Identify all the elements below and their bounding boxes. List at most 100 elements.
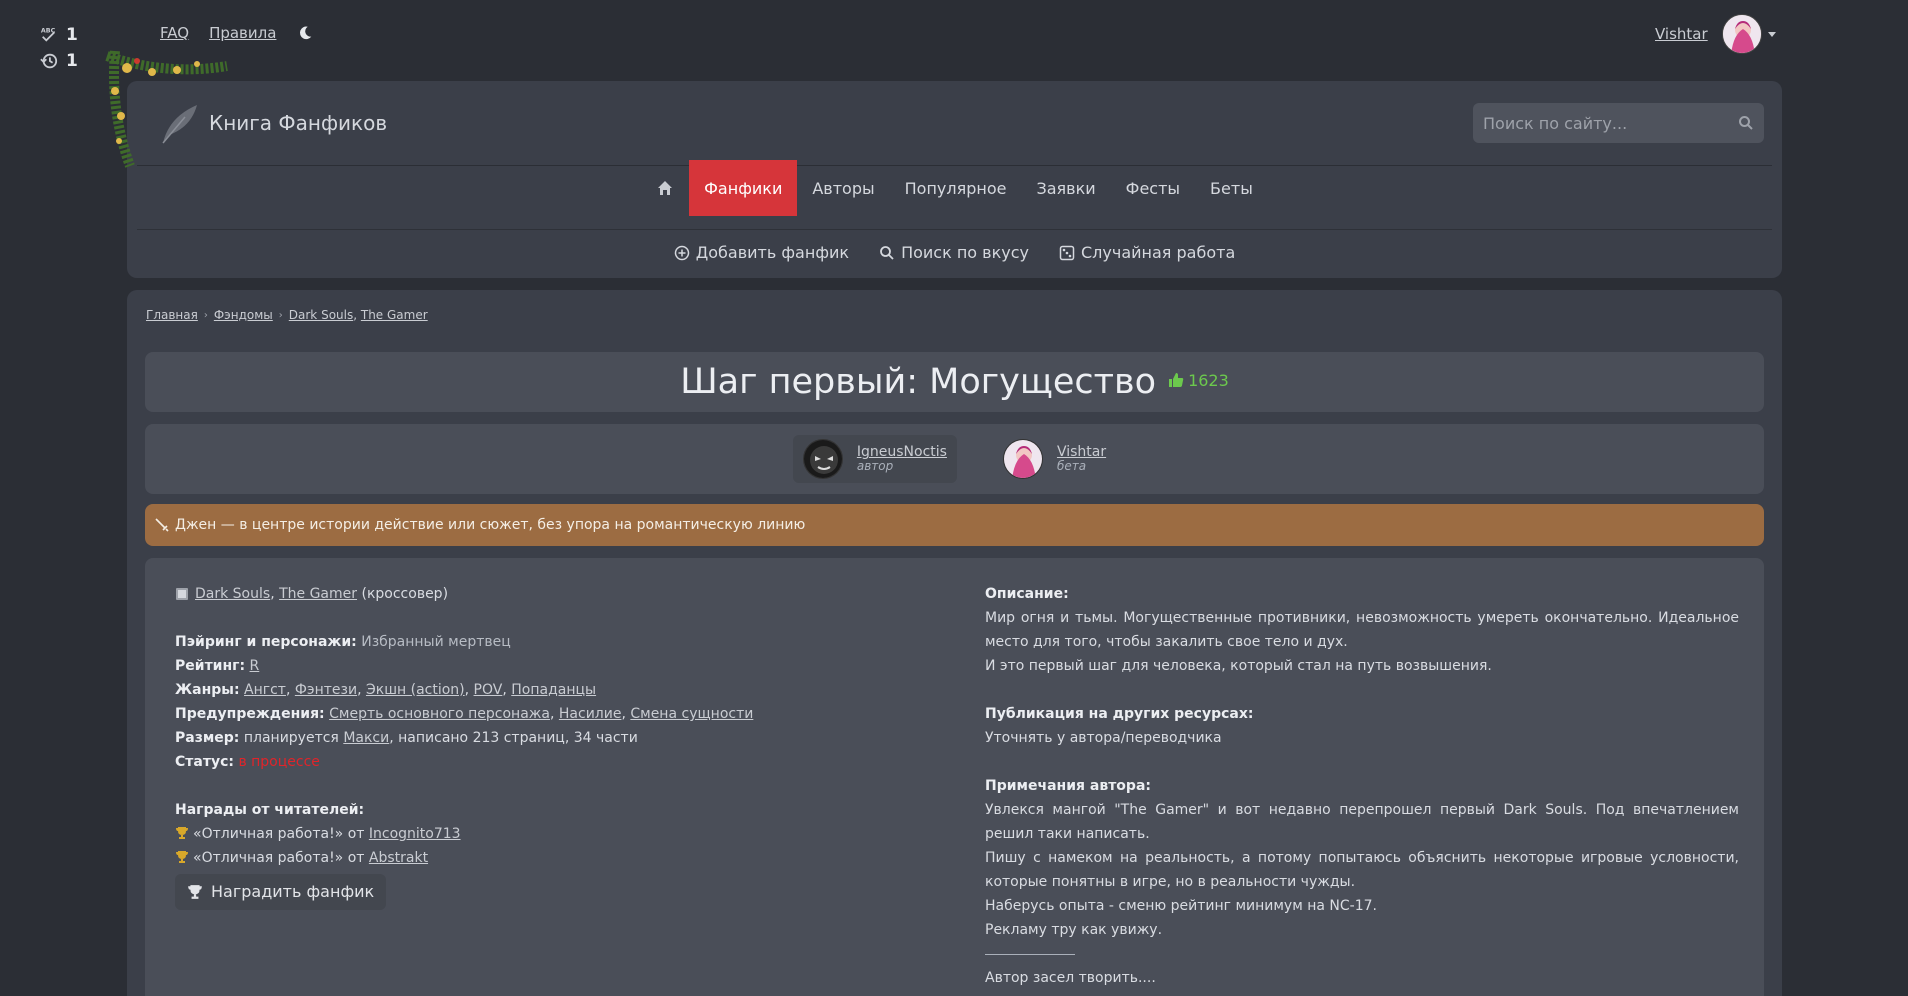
site-logo[interactable]: Книга Фанфиков (155, 99, 387, 147)
random-work-link[interactable]: Случайная работа (1059, 243, 1235, 262)
genre-link[interactable]: Фэнтези (295, 682, 357, 698)
pairing-value: Избранный мертвец (361, 634, 511, 650)
search-box[interactable] (1473, 103, 1764, 143)
size-suffix: , написано 213 страниц, 34 части (389, 730, 638, 746)
author-avatar[interactable] (802, 439, 843, 479)
taste-search-label: Поиск по вкусу (901, 243, 1029, 262)
status-label: Статус: (175, 754, 234, 770)
nav-popular[interactable]: Популярное (890, 160, 1022, 216)
nav-fests[interactable]: Фесты (1111, 160, 1195, 216)
nav-requests[interactable]: Заявки (1021, 160, 1110, 216)
beta-card: Vishtar бета (993, 435, 1116, 483)
main-nav: Фанфики Авторы Популярное Заявки Фесты Б… (127, 160, 1782, 216)
awards-label: Награды от читателей: (175, 802, 365, 818)
breadcrumb: Главная › Фэндомы › Dark Souls, The Game… (146, 308, 428, 322)
warning-link[interactable]: Смена сущности (630, 706, 753, 722)
fandom-link[interactable]: The Gamer (279, 586, 357, 602)
genre-link[interactable]: Попаданцы (511, 682, 596, 698)
beta-link[interactable]: Vishtar (1057, 445, 1106, 460)
beta-avatar[interactable] (1002, 439, 1043, 479)
award-text: «Отличная работа!» от (193, 826, 365, 842)
authors-block: IgneusNoctis автор Vishtar бета (145, 424, 1764, 494)
moon-icon[interactable] (296, 24, 314, 42)
username-link[interactable]: Vishtar (1655, 25, 1708, 43)
taste-search-link[interactable]: Поиск по вкусу (879, 243, 1029, 262)
award-text: «Отличная работа!» от (193, 850, 365, 866)
direction-text: Джен — в центре истории действие или сюж… (175, 517, 806, 533)
nav-home[interactable] (641, 160, 689, 216)
pairing-label: Пэйринг и персонажи: (175, 634, 357, 650)
trophy-icon (176, 827, 188, 839)
award-user-link[interactable]: Abstrakt (369, 850, 428, 866)
nav-fanfics[interactable]: Фанфики (689, 160, 798, 216)
size-label: Размер: (175, 730, 240, 746)
warning-link[interactable]: Смерть основного персонажа (329, 706, 550, 722)
spellcheck-counter[interactable]: ABC 1 (40, 22, 85, 48)
spellcheck-count: 1 (66, 25, 78, 45)
breadcrumb-fandom-darksouls[interactable]: Dark Souls (289, 308, 353, 322)
divider (985, 954, 1075, 955)
nav-authors[interactable]: Авторы (797, 160, 889, 216)
chevron-down-icon[interactable] (1767, 31, 1776, 37)
direction-banner[interactable]: Джен — в центре истории действие или сюж… (145, 504, 1764, 546)
likes-count: 1623 (1188, 370, 1229, 390)
status-badge: в процессе (238, 754, 320, 770)
description-text: Мир огня и тьмы. Могущественные противни… (985, 610, 1739, 650)
feather-icon (162, 105, 197, 144)
publication-label: Публикация на других ресурсах: (985, 706, 1254, 722)
breadcrumb-home[interactable]: Главная (146, 308, 198, 322)
title-block: Шаг первый: Могущество 1623 (145, 352, 1764, 412)
award-button-label: Наградить фанфик (211, 882, 375, 901)
search-input[interactable] (1483, 113, 1738, 133)
history-count: 1 (66, 51, 78, 71)
award-item: «Отличная работа!» от Abstrakt (175, 846, 935, 870)
award-fanfic-button[interactable]: Наградить фанфик (175, 874, 387, 910)
award-item: «Отличная работа!» от Incognito713 (175, 822, 935, 846)
search-icon (880, 245, 894, 260)
search-icon[interactable] (1738, 115, 1754, 131)
author-role: автор (856, 459, 894, 474)
random-work-label: Случайная работа (1081, 243, 1236, 262)
beta-role: бета (1056, 459, 1087, 474)
breadcrumb-fandoms[interactable]: Фэндомы (214, 308, 273, 322)
genre-link[interactable]: POV (474, 682, 503, 698)
author-link[interactable]: IgneusNoctis (857, 445, 947, 460)
fandom-link[interactable]: Dark Souls (195, 586, 270, 602)
add-fanfic-link[interactable]: Добавить фанфик (674, 243, 849, 262)
faq-link[interactable]: FAQ (160, 24, 189, 42)
genres-label: Жанры: (175, 682, 240, 698)
site-header: Книга Фанфиков Фанфики Авторы Популярное… (105, 50, 1782, 278)
size-link[interactable]: Макси (343, 730, 389, 746)
sword-icon (155, 518, 169, 532)
sub-nav: Добавить фанфик Поиск по вкусу Случайная… (127, 243, 1782, 262)
genre-link[interactable]: Ангст (244, 682, 286, 698)
description-column: Описание: Мир огня и тьмы. Могущественны… (985, 582, 1739, 990)
top-links: FAQ Правила (160, 24, 314, 42)
notes-label: Примечания автора: (985, 778, 1151, 794)
avatar[interactable] (1721, 14, 1762, 54)
history-counter[interactable]: 1 (40, 48, 85, 74)
genre-link[interactable]: Экшн (action) (366, 682, 465, 698)
size-prefix: планируется (243, 730, 339, 746)
history-icon (40, 53, 58, 69)
notes-text: Пишу с намеком на реальность, а потому п… (985, 850, 1739, 890)
author-card: IgneusNoctis автор (792, 435, 957, 483)
add-fanfic-label: Добавить фанфик (695, 243, 850, 262)
rating-link[interactable]: R (250, 658, 260, 674)
description-text: И это первый шаг для человека, который с… (985, 658, 1492, 674)
dice-icon (1059, 245, 1075, 260)
likes-badge[interactable]: 1623 (1168, 371, 1229, 390)
user-menu[interactable]: Vishtar (1655, 14, 1776, 54)
plus-circle-icon (674, 245, 689, 260)
breadcrumb-fandom-thegamer[interactable]: The Gamer (361, 308, 428, 322)
award-user-link[interactable]: Incognito713 (369, 826, 461, 842)
breadcrumb-separator: › (278, 309, 283, 321)
page-title: Шаг первый: Могущество (680, 362, 1157, 402)
counters-panel: ABC 1 1 (40, 22, 85, 74)
warning-link[interactable]: Насилие (559, 706, 622, 722)
rating-label: Рейтинг: (175, 658, 246, 674)
logo-text: Книга Фанфиков (209, 111, 388, 135)
publication-text: Уточнять у автора/переводчика (985, 730, 1222, 746)
nav-betas[interactable]: Беты (1195, 160, 1268, 216)
rules-link[interactable]: Правила (209, 24, 276, 42)
